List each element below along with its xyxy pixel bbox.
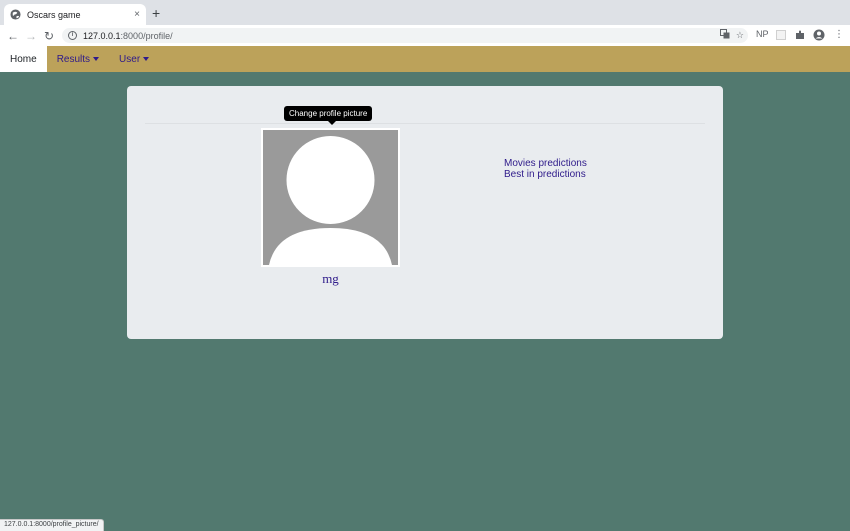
nav-user-dropdown[interactable]: User: [109, 46, 159, 72]
username: mg: [322, 271, 339, 286]
profile-links: Movies predictions Best in predictions: [504, 158, 587, 180]
browser-tab-strip: Oscars game × +: [0, 0, 850, 25]
best-in-predictions-link[interactable]: Best in predictions: [504, 169, 587, 180]
translate-icon[interactable]: [719, 29, 730, 41]
caret-down-icon: [93, 57, 100, 61]
globe-icon: [10, 9, 21, 20]
nav-results-dropdown[interactable]: Results: [47, 46, 109, 72]
reload-icon[interactable]: ↻: [40, 29, 58, 43]
movies-predictions-link[interactable]: Movies predictions: [504, 158, 587, 169]
url-path: :8000/profile/: [120, 30, 173, 41]
forward-icon[interactable]: →: [22, 29, 40, 43]
caret-down-icon: [143, 57, 150, 61]
account-icon[interactable]: [813, 29, 825, 41]
nav-user-label: User: [119, 53, 141, 65]
back-icon[interactable]: ←: [4, 29, 22, 43]
url-host: 127.0.0.1: [83, 30, 121, 41]
main-navbar: Home Results User: [0, 46, 850, 72]
site-info-icon[interactable]: i: [68, 31, 77, 40]
nav-home[interactable]: Home: [0, 46, 47, 72]
extension-placeholder-icon[interactable]: [776, 30, 786, 40]
profile-extension-icon[interactable]: NP: [756, 29, 769, 39]
address-bar[interactable]: i 127.0.0.1:8000/profile/ ☆: [62, 28, 748, 43]
profile-picture[interactable]: [261, 128, 400, 267]
new-tab-button[interactable]: +: [152, 6, 160, 20]
profile-card: Change profile picture mg Movies predict…: [127, 86, 723, 339]
divider: [145, 123, 705, 124]
change-picture-tooltip: Change profile picture: [284, 106, 373, 125]
extensions-puzzle-icon[interactable]: [795, 30, 805, 40]
bookmark-star-icon[interactable]: ☆: [736, 30, 744, 41]
tab-title: Oscars game: [27, 9, 81, 20]
nav-results-label: Results: [56, 53, 91, 65]
browser-toolbar: ← → ↻ i 127.0.0.1:8000/profile/ ☆ NP ⋮: [0, 25, 850, 46]
status-bar-url: 127.0.0.1:8000/profile_picture/: [0, 519, 104, 531]
browser-menu-icon[interactable]: ⋮: [834, 29, 844, 40]
browser-tab[interactable]: Oscars game ×: [4, 4, 146, 25]
avatar-placeholder-icon: [263, 130, 398, 265]
tab-close-icon[interactable]: ×: [134, 9, 140, 20]
